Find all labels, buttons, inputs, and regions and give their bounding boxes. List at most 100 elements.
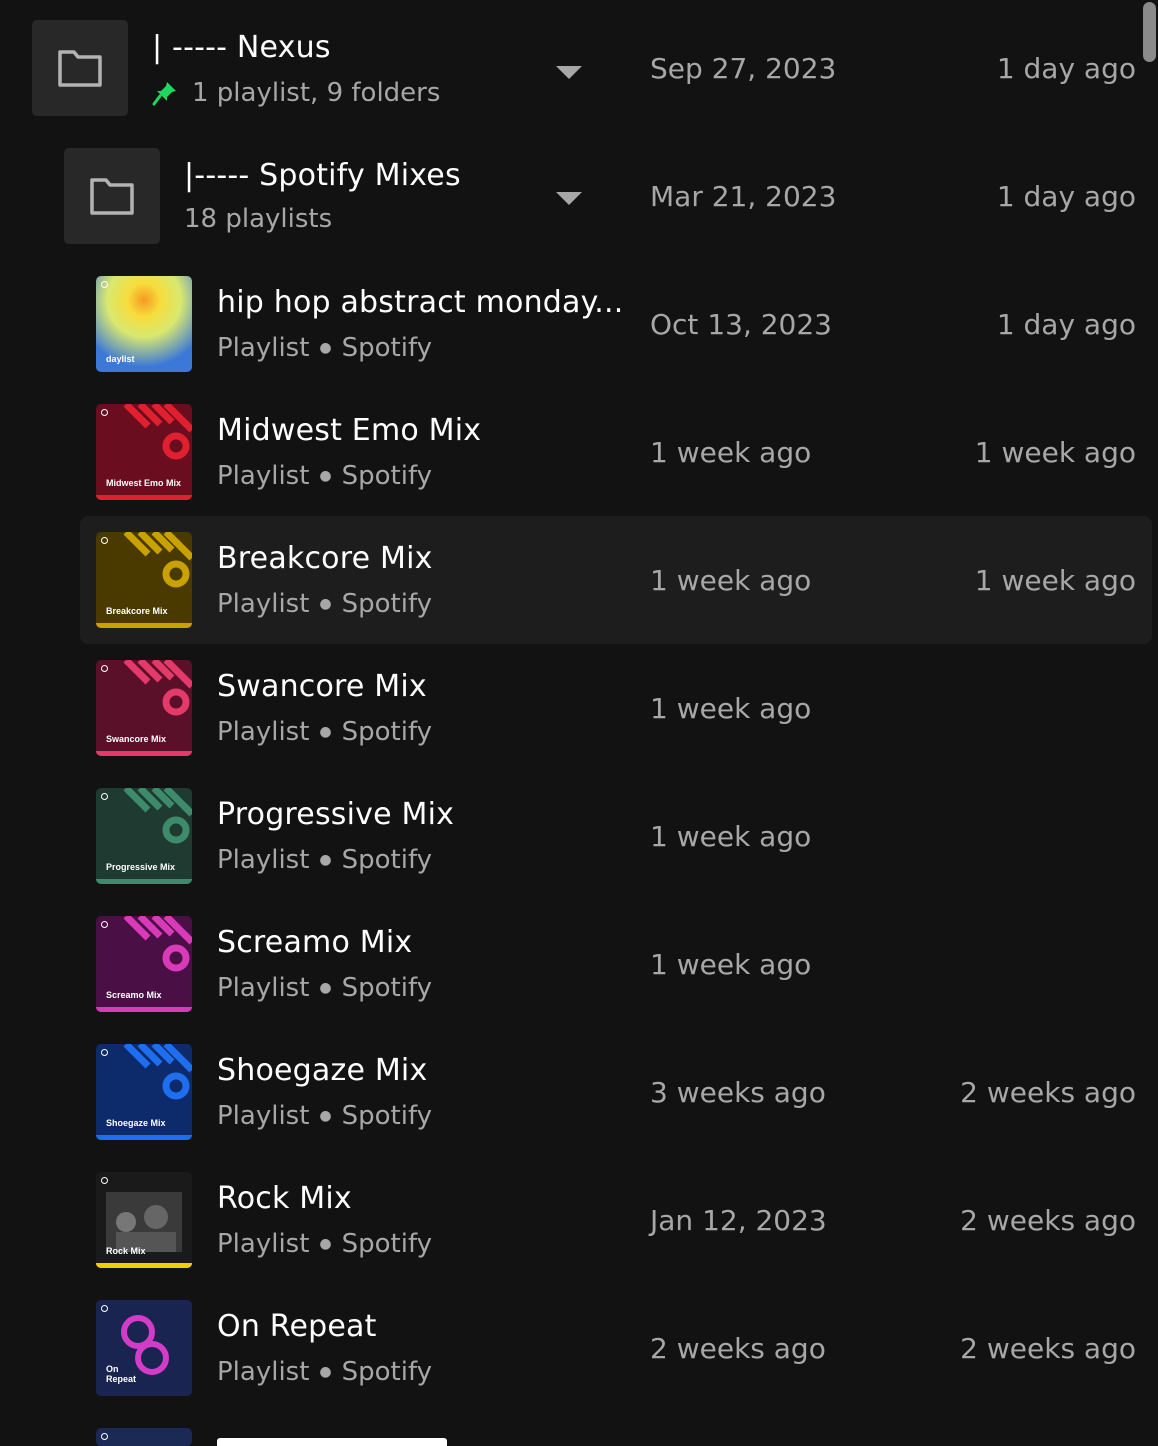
- playlist-row[interactable]: Screamo Mix Screamo Mix Playlist ● Spotify 1 …: [0, 900, 1158, 1028]
- playlist-subtitle: Playlist ● Spotify: [217, 333, 432, 363]
- folder-row[interactable]: | ----- Nexus 1 playlist, 9 folders Sep …: [0, 4, 1158, 132]
- playlist-owner[interactable]: Spotify: [342, 589, 432, 619]
- last-played: 2 weeks ago: [960, 1332, 1136, 1365]
- cover-label: On Repeat: [106, 1364, 137, 1384]
- playlist-subtitle: Playlist ● Spotify: [217, 589, 432, 619]
- date-added: 1 week ago: [650, 564, 812, 597]
- separator-dot: ●: [319, 1108, 332, 1124]
- playlist-type: Playlist: [217, 1101, 310, 1131]
- playlist-row[interactable]: daylist hip hop abstract monday... Playlis…: [0, 260, 1158, 388]
- playlist-owner[interactable]: Spotify: [342, 973, 432, 1003]
- cover-accent-bar: [96, 495, 192, 500]
- playlist-title[interactable]: Swancore Mix: [217, 669, 427, 704]
- separator-dot: ●: [319, 340, 332, 356]
- playlist-row[interactable]: Midwest Emo Mix Midwest Emo Mix Playlist ● S…: [0, 388, 1158, 516]
- separator-dot: ●: [319, 724, 332, 740]
- spotify-logo-icon: [101, 921, 108, 928]
- playlist-title[interactable]: Midwest Emo Mix: [217, 413, 481, 448]
- scrollbar-thumb[interactable]: [1143, 2, 1156, 62]
- date-added: 3 weeks ago: [650, 1076, 826, 1109]
- playlist-title[interactable]: Shoegaze Mix: [217, 1053, 427, 1088]
- playlist-row[interactable]: Shoegaze Mix Shoegaze Mix Playlist ● Spotify…: [0, 1028, 1158, 1156]
- last-played: 1 day ago: [996, 180, 1136, 213]
- playlist-owner[interactable]: Spotify: [342, 717, 432, 747]
- playlist-owner[interactable]: Spotify: [342, 461, 432, 491]
- playlist-cover: Breakcore Mix: [96, 532, 192, 628]
- playlist-type: Playlist: [217, 1357, 310, 1387]
- folder-row[interactable]: |----- Spotify Mixes 18 playlists Mar 21…: [0, 132, 1158, 260]
- playlist-title[interactable]: Rock Mix: [217, 1181, 352, 1216]
- cover-accent-bar: [96, 879, 192, 884]
- playlist-owner[interactable]: Spotify: [342, 1101, 432, 1131]
- separator-dot: ●: [319, 468, 332, 484]
- spotify-logo-icon: [101, 1433, 108, 1440]
- spotify-logo-icon: [101, 537, 108, 544]
- playlist-subtitle: Playlist ● Spotify: [217, 973, 432, 1003]
- separator-dot: ●: [319, 980, 332, 996]
- date-added: 1 week ago: [650, 948, 812, 981]
- playlist-type: Playlist: [217, 717, 310, 747]
- playlist-cover: Progressive Mix: [96, 788, 192, 884]
- playlist-row[interactable]: Swancore Mix Swancore Mix Playlist ● Spotify…: [0, 644, 1158, 772]
- row-highlight: [80, 900, 1152, 1028]
- spotify-logo-icon: [101, 1305, 108, 1312]
- folder-icon: [58, 50, 102, 87]
- playlist-subtitle: Playlist ● Spotify: [217, 461, 432, 491]
- date-added: 1 week ago: [650, 692, 812, 725]
- playlist-cover: Midwest Emo Mix: [96, 404, 192, 500]
- cover-label: Swancore Mix: [106, 734, 167, 744]
- date-added: Mar 21, 2023: [650, 180, 837, 213]
- playlist-title[interactable]: Progressive Mix: [217, 797, 454, 832]
- last-played: 2 weeks ago: [960, 1204, 1136, 1237]
- playlist-row[interactable]: Breakcore Mix Breakcore Mix Playlist ● Spoti…: [0, 516, 1158, 644]
- last-played: 1 week ago: [974, 436, 1136, 469]
- playlist-row[interactable]: Rock Mix Rock Mix Playlist ● Spotify Jan 12, …: [0, 1156, 1158, 1284]
- separator-dot: ●: [319, 852, 332, 868]
- last-played: 1 week ago: [974, 564, 1136, 597]
- cover-accent-bar: [96, 623, 192, 628]
- last-played: 1 day ago: [996, 308, 1136, 341]
- folder-subtitle: 1 playlist, 9 folders: [192, 78, 441, 108]
- playlist-cover: Swancore Mix: [96, 660, 192, 756]
- playlist-title[interactable]: Screamo Mix: [217, 925, 412, 960]
- spotify-logo-icon: [101, 665, 108, 672]
- playlist-row[interactable]: On Repeat On Repeat Playlist ● Spotify 2 week…: [0, 1284, 1158, 1412]
- spotify-logo-icon: [101, 1049, 108, 1056]
- chevron-down-icon[interactable]: [556, 192, 582, 205]
- cover-label: Midwest Emo Mix: [106, 478, 182, 488]
- chevron-down-icon[interactable]: [556, 66, 582, 79]
- playlist-subtitle: Playlist ● Spotify: [217, 1101, 432, 1131]
- pin-icon: [152, 82, 176, 106]
- playlist-owner[interactable]: Spotify: [342, 1229, 432, 1259]
- playlist-owner[interactable]: Spotify: [342, 1357, 432, 1387]
- playlist-owner[interactable]: Spotify: [342, 845, 432, 875]
- spotify-logo-icon: [101, 281, 108, 288]
- folder-thumbnail: [32, 20, 128, 116]
- folder-thumbnail: [64, 148, 160, 244]
- playlist-owner[interactable]: Spotify: [342, 333, 432, 363]
- playlist-title[interactable]: hip hop abstract monday...: [217, 285, 624, 320]
- playlist-title[interactable]: Breakcore Mix: [217, 541, 433, 576]
- folder-title: |----- Spotify Mixes: [184, 158, 461, 193]
- clipped-title: [217, 1438, 447, 1446]
- cover-label: Shoegaze Mix: [106, 1118, 166, 1128]
- date-added: Sep 27, 2023: [650, 52, 837, 85]
- spotify-logo-icon: [101, 1177, 108, 1184]
- playlist-type: Playlist: [217, 333, 310, 363]
- cover-label: Rock Mix: [106, 1246, 146, 1256]
- cover-label: daylist: [106, 354, 135, 364]
- scrollbar[interactable]: [1140, 0, 1158, 1446]
- row-highlight: [80, 260, 1152, 388]
- playlist-subtitle: Playlist ● Spotify: [217, 845, 432, 875]
- cover-accent-bar: [96, 1135, 192, 1140]
- playlist-title[interactable]: On Repeat: [217, 1309, 377, 1344]
- cover-label: Progressive Mix: [106, 862, 176, 872]
- playlist-cover: [96, 1428, 192, 1446]
- playlist-subtitle: Playlist ● Spotify: [217, 1357, 432, 1387]
- partial-playlist-row[interactable]: [0, 1412, 1158, 1446]
- row-highlight: [80, 644, 1152, 772]
- playlist-row[interactable]: Progressive Mix Progressive Mix Playlist ● S…: [0, 772, 1158, 900]
- last-played: 1 day ago: [996, 52, 1136, 85]
- cover-accent-bar: [96, 1007, 192, 1012]
- folder-icon: [90, 178, 134, 215]
